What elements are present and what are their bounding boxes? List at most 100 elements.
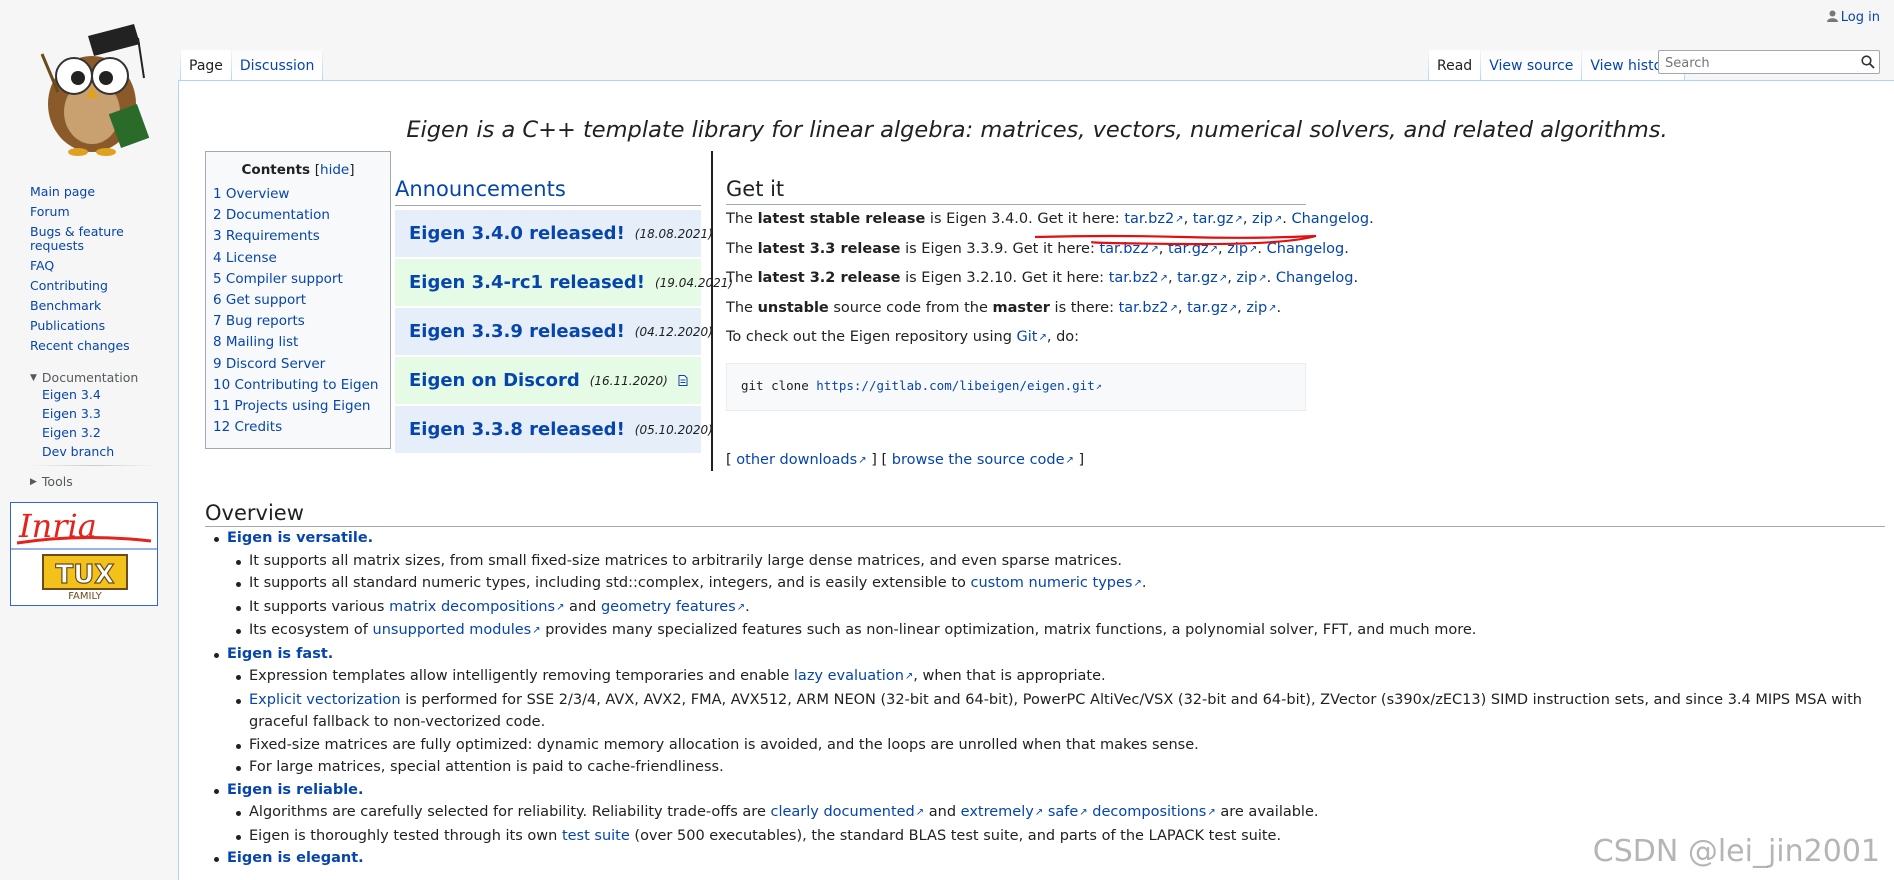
tar-bz2-link[interactable]: tar.bz2 (1124, 211, 1183, 227)
announcement-title[interactable]: Eigen 3.4-rc1 released! (409, 272, 645, 293)
toc-link[interactable]: 9 Discord Server (213, 356, 325, 372)
tab-page[interactable]: Page (181, 50, 231, 83)
tux-family-label: FAMILY (68, 591, 102, 602)
announcement-item[interactable]: Eigen 3.4-rc1 released! (19.04.2021) (395, 259, 733, 306)
zip-link[interactable]: zip (1252, 211, 1282, 227)
sidebar-item-contributing[interactable]: Contributing (30, 276, 156, 296)
sponsor-logos[interactable]: Inria TUX FAMILY (10, 502, 158, 606)
toc-link[interactable]: 12 Credits (213, 419, 282, 435)
git-url-link[interactable]: https://gitlab.com/libeigen/eigen.git (816, 378, 1101, 393)
toc-link[interactable]: 7 Bug reports (213, 313, 305, 329)
toc-label: Projects using Eigen (234, 398, 371, 415)
toc-label: Contributing to Eigen (234, 376, 379, 393)
announcement-title[interactable]: Eigen 3.3.9 released! (409, 321, 625, 342)
overview-subpoint: Expression templates allow intelligently… (236, 665, 1885, 689)
toc-item[interactable]: 12 Credits (213, 417, 383, 438)
overview-link[interactable]: extremely (961, 804, 1044, 820)
toc-item[interactable]: 5 Compiler support (213, 269, 383, 290)
toc-link[interactable]: 5 Compiler support (213, 271, 343, 287)
sidebar-item-eigen-3-4[interactable]: Eigen 3.4 (42, 385, 156, 404)
toc-item[interactable]: 2 Documentation (213, 205, 383, 226)
sidebar-item-recent-changes[interactable]: Recent changes (30, 336, 156, 356)
overview-link[interactable]: geometry features (601, 599, 745, 615)
unstable-tar-bz2-link[interactable]: tar.bz2 (1119, 300, 1178, 316)
toc-item[interactable]: 11 Projects using Eigen (213, 396, 383, 417)
sidebar-item-publications[interactable]: Publications (30, 316, 156, 336)
announcement-date: (16.11.2020) (589, 373, 668, 388)
toc-item[interactable]: 6 Get support (213, 290, 383, 311)
toc-link[interactable]: 1 Overview (213, 186, 289, 202)
overview-link[interactable]: test suite (562, 828, 630, 844)
documentation-portlet-toggle[interactable]: ▼ Documentation (30, 370, 156, 385)
sidebar-item-bugs[interactable]: Bugs & feature requests (30, 222, 156, 256)
toc-item[interactable]: 10 Contributing to Eigen (213, 375, 383, 396)
git-link[interactable]: Git (1017, 329, 1047, 345)
toc-item[interactable]: 3 Requirements (213, 226, 383, 247)
git-line: To check out the Eigen repository using … (726, 323, 1306, 353)
tab-discussion[interactable]: Discussion (231, 50, 323, 83)
overview-subpoint: Its ecosystem of unsupported modules pro… (236, 619, 1885, 643)
overview-subpoint: It supports various matrix decomposition… (236, 596, 1885, 620)
search-input[interactable] (1663, 52, 1855, 74)
sidebar-divider (30, 465, 156, 466)
tar-gz-link[interactable]: tar.gz (1177, 270, 1227, 286)
toc-link[interactable]: 11 Projects using Eigen (213, 398, 370, 414)
tar-gz-link[interactable]: tar.gz (1193, 211, 1243, 227)
release-kind: latest 3.3 release (757, 240, 901, 257)
sidebar-item-main-page[interactable]: Main page (30, 182, 156, 202)
login-link[interactable]: Log in (1841, 10, 1880, 25)
announcement-title[interactable]: Eigen on Discord (409, 370, 580, 391)
zip-link[interactable]: zip (1236, 270, 1266, 286)
other-downloads-link[interactable]: other downloads (736, 452, 866, 468)
toc-link[interactable]: 10 Contributing to Eigen (213, 377, 378, 393)
announcements-title[interactable]: Announcements (395, 177, 701, 206)
sidebar-item-faq[interactable]: FAQ (30, 256, 156, 276)
overview-link[interactable]: clearly documented (770, 804, 924, 820)
toc-item[interactable]: 4 License (213, 248, 383, 269)
toc-item[interactable]: 9 Discord Server (213, 354, 383, 375)
sidebar-item-forum[interactable]: Forum (30, 202, 156, 222)
unstable-zip-link[interactable]: zip (1246, 300, 1276, 316)
announcement-title[interactable]: Eigen 3.4.0 released! (409, 223, 625, 244)
toc-item[interactable]: 7 Bug reports (213, 311, 383, 332)
search-icon[interactable] (1861, 55, 1875, 69)
announcement-title[interactable]: Eigen 3.3.8 released! (409, 419, 625, 440)
overview-subpoint: Explicit vectorization is performed for … (236, 689, 1885, 734)
tar-bz2-link[interactable]: tar.bz2 (1109, 270, 1168, 286)
toc-number: 12 (213, 419, 231, 436)
site-logo[interactable] (22, 8, 162, 160)
document-icon[interactable] (678, 375, 688, 386)
overview-link[interactable]: unsupported modules (373, 622, 541, 638)
sidebar-item-benchmark[interactable]: Benchmark (30, 296, 156, 316)
toc-link[interactable]: 4 License (213, 250, 277, 266)
overview-link[interactable]: custom numeric types (971, 575, 1142, 591)
announcement-item[interactable]: Eigen on Discord (16.11.2020) (395, 357, 701, 404)
toc-link[interactable]: 8 Mailing list (213, 334, 298, 350)
overview-link[interactable]: decompositions (1092, 804, 1215, 820)
announcement-item[interactable]: Eigen 3.4.0 released! (18.08.2021) (395, 210, 713, 257)
tab-read[interactable]: Read (1429, 50, 1481, 83)
overview-point: Eigen is fast. Expression templates allow… (214, 643, 1885, 779)
toc-link[interactable]: 6 Get support (213, 292, 306, 308)
unstable-tar-gz-link[interactable]: tar.gz (1187, 300, 1237, 316)
sidebar-item-dev-branch[interactable]: Dev branch (42, 442, 156, 461)
overview-link[interactable]: Explicit vectorization (249, 692, 401, 708)
browse-source-link[interactable]: browse the source code (892, 452, 1074, 468)
toc-item[interactable]: 8 Mailing list (213, 332, 383, 353)
overview-link[interactable]: lazy evaluation (794, 668, 913, 684)
tools-portlet-toggle[interactable]: ▶ Tools (30, 474, 156, 489)
changelog-link[interactable]: Changelog (1276, 270, 1354, 286)
toc-link[interactable]: 3 Requirements (213, 228, 320, 244)
overview-link[interactable]: safe (1048, 804, 1088, 820)
watermark: CSDN @lei_jin2001 (1592, 834, 1880, 869)
toc-item[interactable]: 1 Overview (213, 184, 383, 205)
announcement-item[interactable]: Eigen 3.3.8 released! (05.10.2020) (395, 406, 713, 453)
overview-link[interactable]: matrix decompositions (389, 599, 564, 615)
tab-view-source[interactable]: View source (1481, 50, 1582, 83)
toc-link[interactable]: 2 Documentation (213, 207, 330, 223)
sidebar-item-eigen-3-3[interactable]: Eigen 3.3 (42, 404, 156, 423)
announcement-item[interactable]: Eigen 3.3.9 released! (04.12.2020) (395, 308, 713, 355)
changelog-link[interactable]: Changelog (1291, 211, 1369, 227)
toc-hide-link[interactable]: hide (320, 162, 349, 178)
sidebar-item-eigen-3-2[interactable]: Eigen 3.2 (42, 423, 156, 442)
